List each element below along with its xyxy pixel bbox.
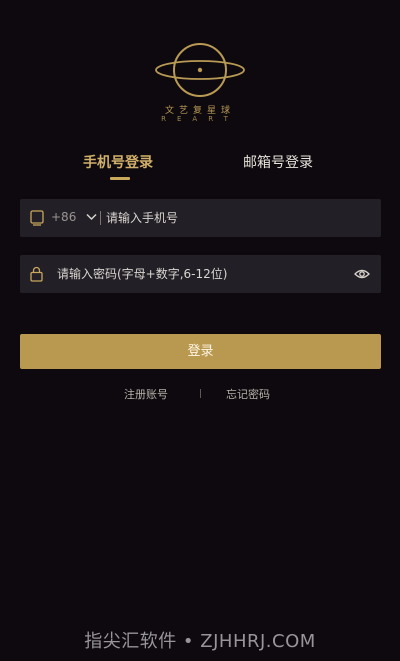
lock-icon xyxy=(30,266,43,282)
device-icon xyxy=(30,210,44,226)
chevron-down-icon[interactable] xyxy=(86,213,97,221)
tab-phone-login[interactable]: 手机号登录 xyxy=(83,152,153,172)
login-button[interactable]: 登录 xyxy=(20,334,381,369)
watermark: 指尖汇软件 • ZJHHRJ.COM xyxy=(84,631,316,652)
planet-logo-icon xyxy=(155,43,245,97)
eye-icon[interactable] xyxy=(354,268,370,280)
password-field: 请输入密码(字母+数字,6-12位) xyxy=(20,255,381,293)
links-divider xyxy=(200,389,201,398)
country-code[interactable]: +86 xyxy=(51,210,76,224)
login-tabs: 手机号登录 邮箱号登录 xyxy=(0,152,400,182)
forgot-password-link[interactable]: 忘记密码 xyxy=(226,386,270,402)
active-tab-indicator xyxy=(110,177,130,180)
phone-input[interactable]: 请输入手机号 xyxy=(106,199,366,237)
tab-email-login[interactable]: 邮箱号登录 xyxy=(243,152,313,172)
brand-name-en: REART xyxy=(161,115,239,123)
phone-field: +86 请输入手机号 xyxy=(20,199,381,237)
password-input[interactable]: 请输入密码(字母+数字,6-12位) xyxy=(57,255,347,293)
register-link[interactable]: 注册账号 xyxy=(124,386,168,402)
phone-separator xyxy=(100,211,101,225)
